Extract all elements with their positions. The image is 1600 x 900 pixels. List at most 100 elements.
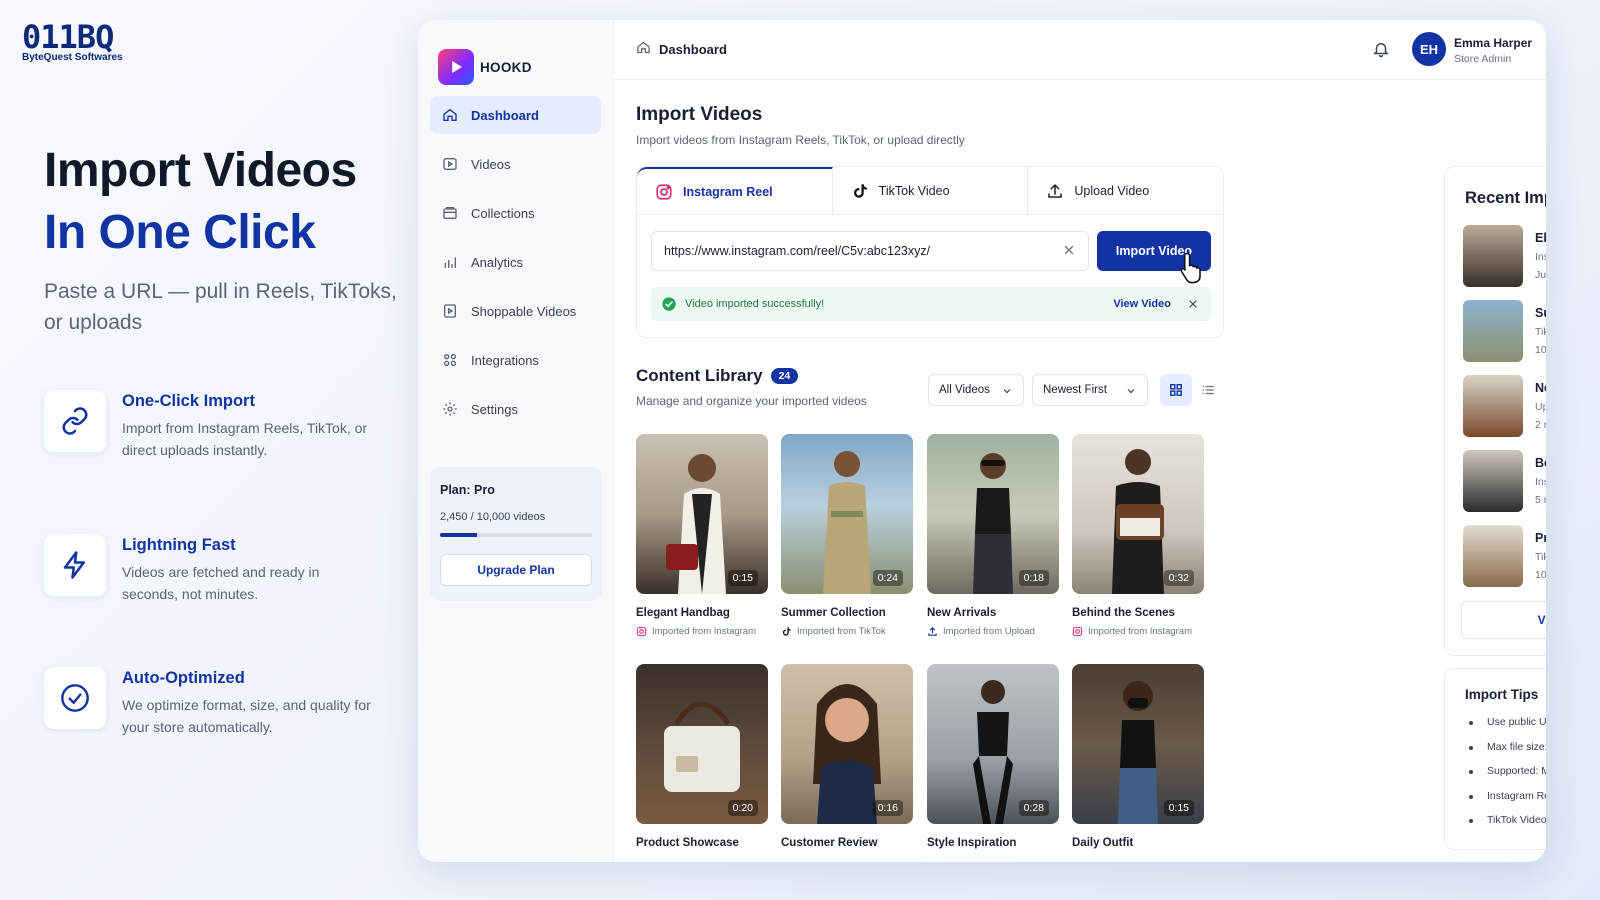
tips-list: Use public URLs for best results Max fil… <box>1465 710 1546 833</box>
home-icon <box>442 107 458 123</box>
chevron-down-icon <box>1001 385 1013 400</box>
tab-tiktok-video[interactable]: TikTok Video <box>833 167 1029 214</box>
video-source: Imported from Instagram <box>1072 626 1204 637</box>
video-title: Customer Review <box>781 837 878 849</box>
sidebar-item-analytics[interactable]: Analytics <box>430 243 601 281</box>
tiktok-icon <box>781 626 792 637</box>
tab-upload-video[interactable]: Upload Video <box>1028 167 1223 214</box>
page-title: Import Videos <box>636 104 763 125</box>
sidebar-item-label: Dashboard <box>471 107 539 123</box>
sort-value: Newest First <box>1043 384 1107 396</box>
video-thumbnail[interactable]: 0:15 <box>636 434 768 594</box>
video-card[interactable]: 0:15 Elegant Handbag Imported from Insta… <box>636 434 768 637</box>
recent-thumbnail <box>1463 450 1523 512</box>
success-check-icon <box>661 296 677 312</box>
video-thumbnail[interactable]: 0:15 <box>1072 664 1204 824</box>
sidebar-item-videos[interactable]: Videos <box>430 145 601 183</box>
video-thumbnail[interactable]: 0:32 <box>1072 434 1204 594</box>
video-thumbnail[interactable]: 0:16 <box>781 664 913 824</box>
app-brand[interactable]: HOOKD <box>418 20 613 98</box>
sidebar-item-dashboard[interactable]: Dashboard <box>430 96 601 134</box>
user-name[interactable]: Emma Harper <box>1454 36 1532 50</box>
integrations-icon <box>442 352 458 368</box>
import-section-header: Import Videos Import videos from Instagr… <box>636 104 1226 147</box>
recent-import-item[interactable]: Behind the Scenes Instagram Reel 5 minut… <box>1463 450 1546 514</box>
video-card[interactable]: 0:32 Behind the Scenes Imported from Ins… <box>1072 434 1204 637</box>
tab-label: Instagram Reel <box>683 184 773 199</box>
recent-import-item[interactable]: Summer Collection TikTok Video 10 second… <box>1463 300 1546 364</box>
topbar: Dashboard EH Emma Harper Store Admin <box>614 20 1546 80</box>
tab-label: TikTok Video <box>878 183 950 198</box>
import-card: Instagram Reel TikTok Video Upload Video… <box>636 166 1224 338</box>
feature-desc: Videos are fetched and ready in seconds,… <box>122 564 320 602</box>
video-card[interactable]: 0:16 Customer Review <box>781 664 913 849</box>
video-thumbnail[interactable]: 0:24 <box>781 434 913 594</box>
sort-select[interactable]: Newest First <box>1032 374 1148 406</box>
recent-thumbnail <box>1463 300 1523 362</box>
video-duration: 0:20 <box>727 800 758 816</box>
clear-icon[interactable] <box>1062 243 1076 260</box>
video-thumbnail[interactable]: 0:18 <box>927 434 1059 594</box>
byteqbrand-logo: 011BQ ByteQuest Softwares <box>22 20 123 63</box>
video-duration: 0:18 <box>1018 570 1049 586</box>
sidebar-item-integrations[interactable]: Integrations <box>430 341 601 379</box>
count-badge: 24 <box>770 368 799 384</box>
hero-subtitle: Paste a URL — pull in Reels, TikToks, or… <box>44 280 397 334</box>
sidebar-item-shoppable-videos[interactable]: Shoppable Videos <box>430 292 601 330</box>
filter-select[interactable]: All Videos <box>928 374 1024 406</box>
url-input-value: https://www.instagram.com/reel/C5v:abc12… <box>664 244 931 258</box>
hero-title-line1: Import Videos <box>44 144 357 197</box>
video-card[interactable]: 0:20 Product Showcase <box>636 664 768 849</box>
sidebar-item-label: Shoppable Videos <box>471 303 577 319</box>
video-thumbnail[interactable]: 0:28 <box>927 664 1059 824</box>
list-view-icon[interactable] <box>1192 374 1224 406</box>
recent-name: Behind the Scenes <box>1535 456 1546 470</box>
view-toggle <box>1160 374 1224 406</box>
recent-source: Instagram Reel <box>1535 251 1546 263</box>
import-subtitle: Import videos from Instagram Reels, TikT… <box>636 133 965 147</box>
video-card[interactable]: 0:24 Summer Collection Imported from Tik… <box>781 434 913 637</box>
recent-imports-panel: Recent Imports Elegant Handbag Instagram… <box>1444 166 1546 656</box>
recent-thumbnail <box>1463 225 1523 287</box>
bell-icon[interactable] <box>1372 40 1390 63</box>
plan-usage-bar <box>440 533 592 537</box>
recent-import-item[interactable]: Elegant Handbag Instagram Reel Just now <box>1463 225 1546 289</box>
success-message: Video imported successfully! <box>685 298 825 310</box>
view-video-link[interactable]: View Video <box>1113 298 1171 310</box>
avatar[interactable]: EH <box>1412 32 1446 66</box>
video-source-text: Imported from Upload <box>943 626 1035 637</box>
recent-import-item[interactable]: New Arrivals Upload 2 minutes ago <box>1463 375 1546 439</box>
tip-item: TikTok Videos (up to 3 min) <box>1465 808 1546 833</box>
check-circle-icon <box>44 667 106 729</box>
library-header: Content Library 24 Manage and organize yo… <box>636 366 867 408</box>
instagram-icon <box>1072 626 1083 637</box>
video-title: Summer Collection <box>781 607 886 619</box>
recent-time: 2 minutes ago <box>1535 419 1546 431</box>
upgrade-plan-button[interactable]: Upgrade Plan <box>440 554 592 586</box>
url-input[interactable]: https://www.instagram.com/reel/C5v:abc12… <box>651 231 1089 271</box>
close-icon[interactable] <box>1187 298 1199 313</box>
video-card[interactable]: 0:18 New Arrivals Imported from Upload <box>927 434 1059 637</box>
breadcrumb[interactable]: Dashboard <box>659 42 727 57</box>
chevron-down-icon <box>1125 385 1137 400</box>
video-card[interactable]: 0:28 Style Inspiration <box>927 664 1059 849</box>
hookd-logo-icon <box>438 49 474 85</box>
recent-thumbnail <box>1463 525 1523 587</box>
tab-label: Upload Video <box>1074 183 1150 198</box>
recent-import-item[interactable]: Product Showcase TikTok Video 10 minutes… <box>1463 525 1546 589</box>
video-title: Daily Outfit <box>1072 837 1134 849</box>
tab-instagram-reel[interactable]: Instagram Reel <box>637 167 833 214</box>
sidebar-item-collections[interactable]: Collections <box>430 194 601 232</box>
view-all-imports-button[interactable]: View All Imports <box>1461 601 1546 639</box>
video-card[interactable]: 0:15 Daily Outfit <box>1072 664 1204 849</box>
recent-name: Elegant Handbag <box>1535 231 1546 245</box>
video-thumbnail[interactable]: 0:20 <box>636 664 768 824</box>
tip-item: Instagram Reels (up to 90s) <box>1465 784 1546 809</box>
recent-time: Just now <box>1535 269 1546 281</box>
grid-view-icon[interactable] <box>1160 374 1192 406</box>
feature-desc: Import from Instagram Reels, TikTok, or … <box>122 420 368 458</box>
sidebar-item-label: Videos <box>471 156 511 172</box>
link-icon <box>44 390 106 452</box>
sidebar-item-settings[interactable]: Settings <box>430 390 601 428</box>
video-source: Imported from Instagram <box>636 626 768 637</box>
